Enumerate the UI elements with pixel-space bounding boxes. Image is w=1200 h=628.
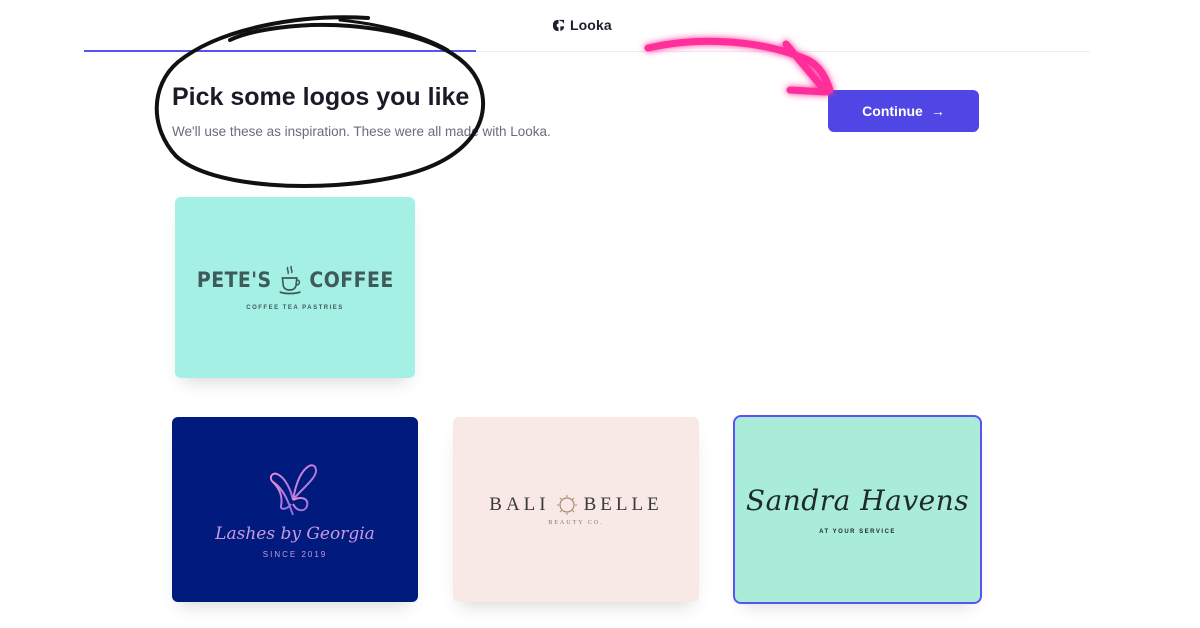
bali-name-2: BELLE [583,493,663,515]
logo-card-bali-belle[interactable]: BALI BELLE BEAUTY CO. [453,417,699,602]
bali-name: BALI [489,493,550,515]
petes-name: PETE'S [196,267,272,292]
petes-tagline: COFFEE TEA PASTRIES [246,304,344,311]
sun-ring-icon [556,494,577,515]
bali-tagline: BEAUTY CO. [548,519,604,526]
top-bar: Looka [0,0,1200,52]
logo-card-sandra-havens[interactable]: Sandra Havens AT YOUR SERVICE [733,415,982,604]
page-subtitle: We'll use these as inspiration. These we… [172,124,551,139]
bali-belle-wordmark: BALI BELLE [489,494,662,516]
logo-card-lashes-by-georgia[interactable]: Lashes by Georgia SINCE 2019 [172,417,418,602]
petes-coffee-wordmark: PETE'S COFFEE [197,265,394,295]
page-title: Pick some logos you like [172,83,470,111]
progress-bar [84,50,476,52]
sandra-tagline: AT YOUR SERVICE [819,529,896,535]
arrow-right-icon: → [930,103,945,119]
butterfly-icon [269,464,317,516]
brand-name: Looka [570,17,612,33]
coffee-cup-icon [279,265,301,294]
lashes-tagline: SINCE 2019 [262,550,328,559]
petes-name-2: COFFEE [309,267,394,292]
continue-button[interactable]: Continue → [828,90,979,132]
brand-logo[interactable]: Looka [552,17,612,33]
lashes-name: Lashes by Georgia [215,524,375,544]
logo-card-petes-coffee[interactable]: PETE'S COFFEE COFFEE TEA PASTRIES [175,197,415,378]
sandra-name: Sandra Havens [745,484,970,517]
continue-label: Continue [862,103,923,119]
looka-logo-icon [552,19,565,31]
